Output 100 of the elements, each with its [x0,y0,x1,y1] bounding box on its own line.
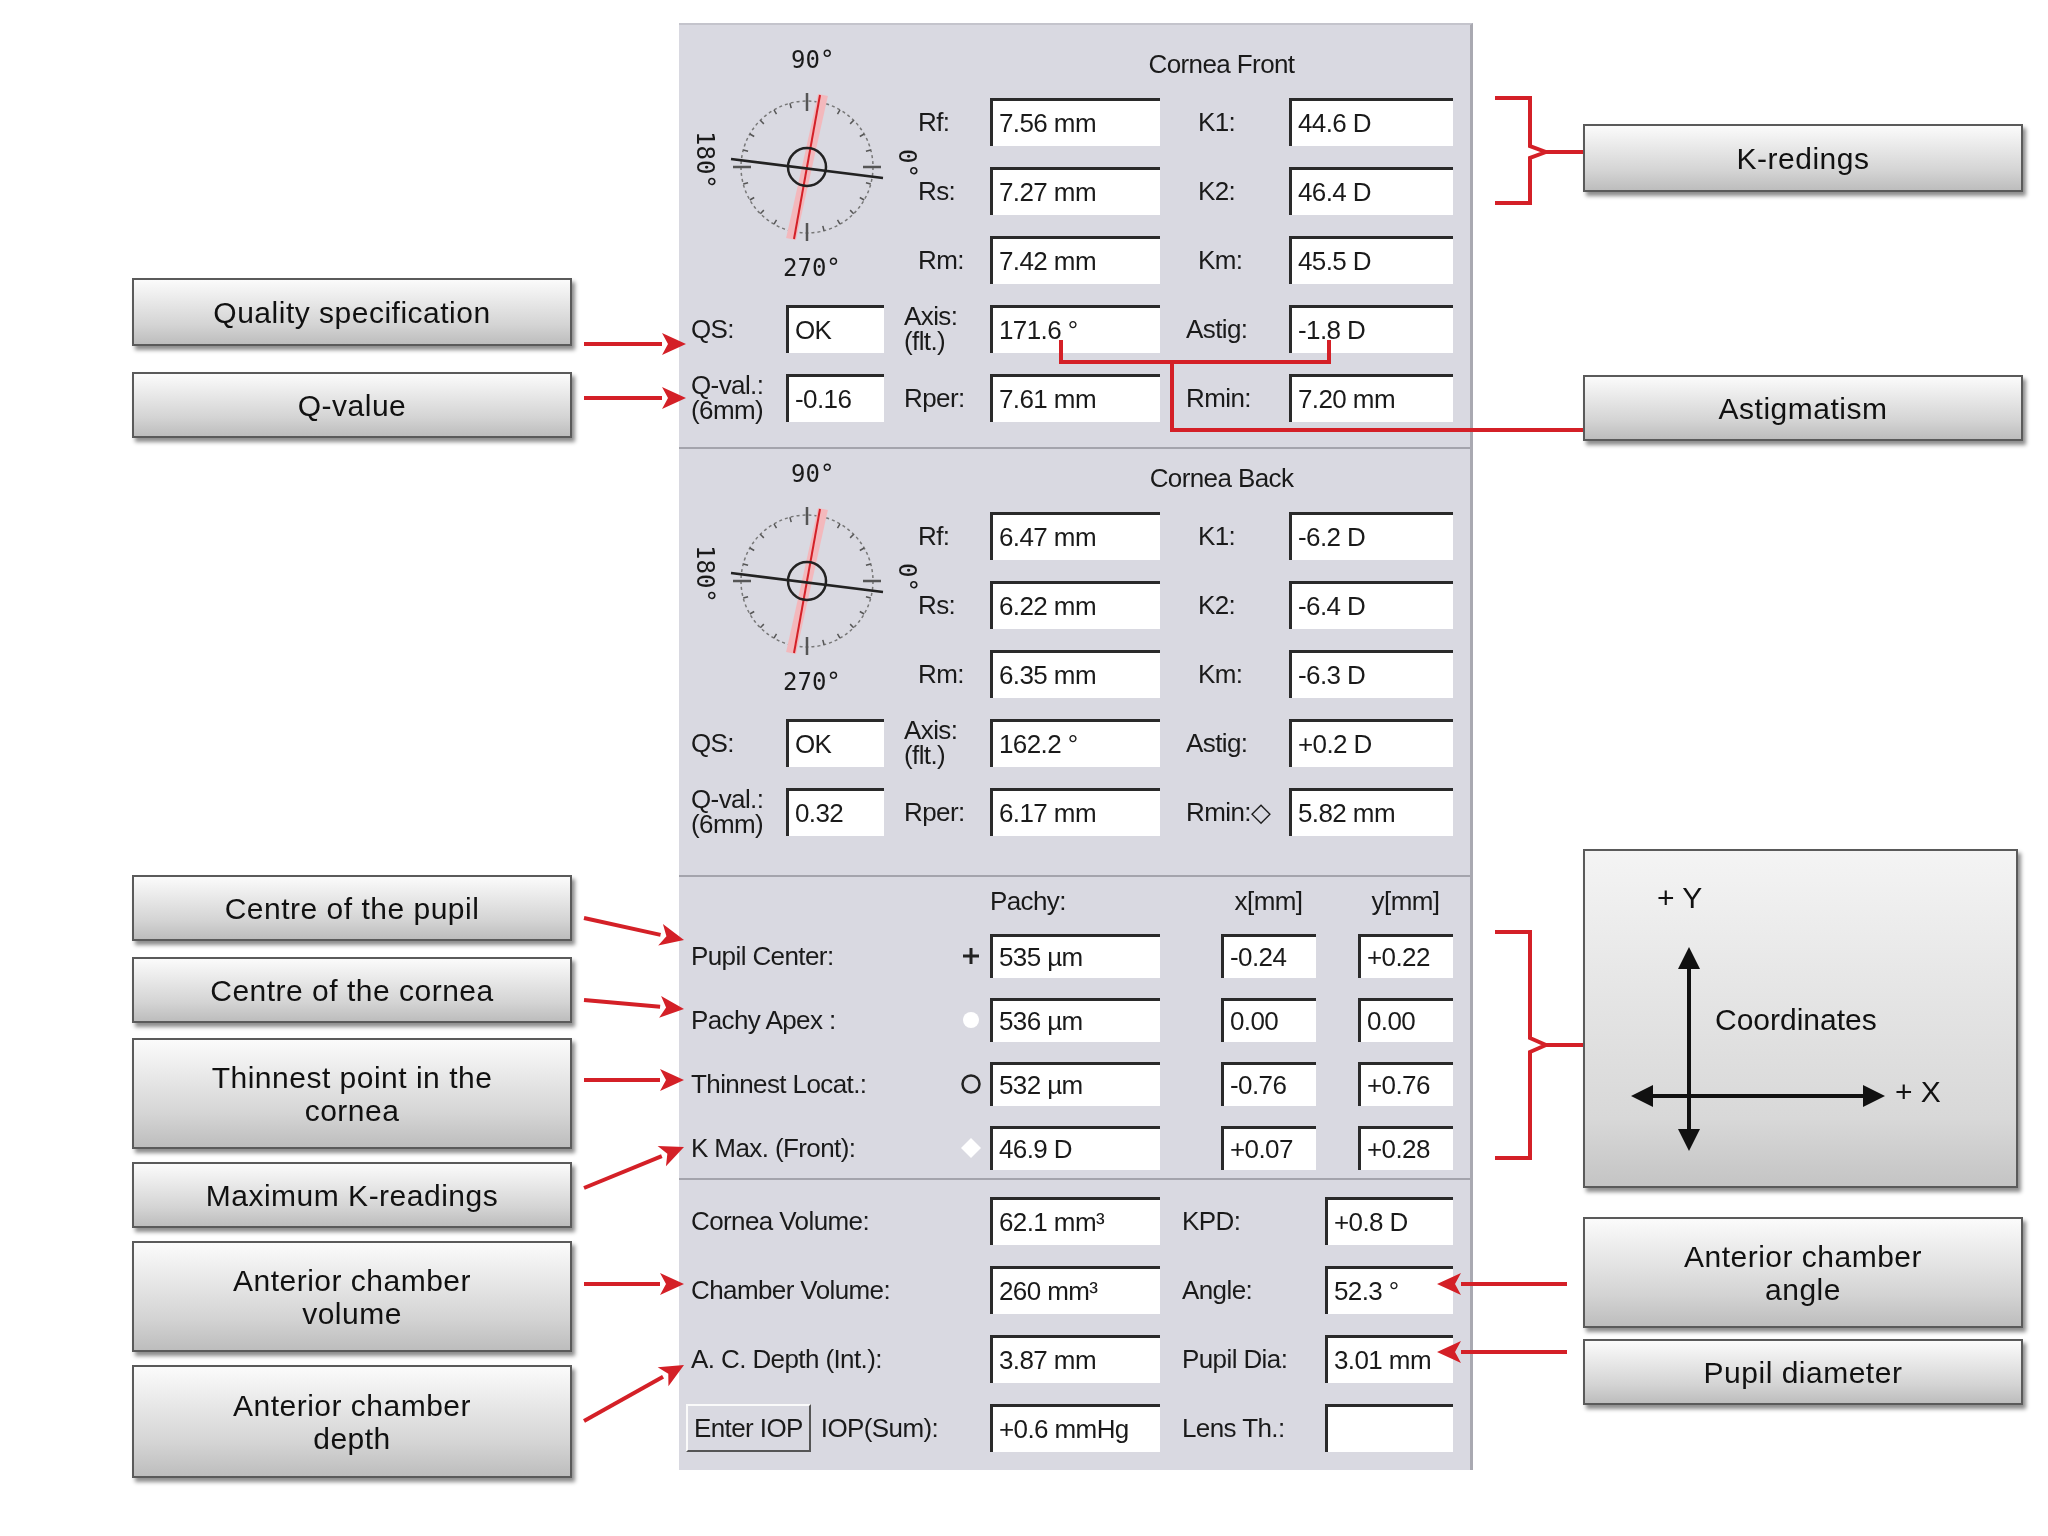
column-header: y[mm] [1371,888,1440,914]
value-field[interactable]: +0.2 D [1289,719,1453,767]
degree-label: 180° [690,545,721,603]
field-label: Astig: [1185,730,1248,756]
value-field[interactable]: -1.8 D [1289,305,1453,353]
value-field[interactable]: 7.56 mm [990,98,1160,146]
degree-label: 270° [783,667,841,698]
row-label: Pupil Center: [691,943,834,969]
value-field[interactable]: 3.01 mm [1325,1335,1453,1383]
value-field[interactable]: 7.27 mm [990,167,1160,215]
dot-icon [960,1010,981,1030]
field-label: Rm: [917,247,964,273]
field-label: K1: [1197,109,1236,135]
field-label: Km: [1197,247,1243,273]
callout-label: Q-value [132,372,572,438]
value-field[interactable]: -6.2 D [1289,512,1453,560]
field-label: Astig: [1185,316,1248,342]
value-field[interactable]: 46.4 D [1289,167,1453,215]
value-field[interactable]: 6.22 mm [990,581,1160,629]
degree-label: 180° [690,131,721,189]
field-label: K1: [1197,523,1236,549]
callout-label: K-redings [1583,124,2023,192]
field-label: KPD: [1181,1208,1241,1234]
field-label: Rper: [903,799,965,825]
field-label: Rper: [903,385,965,411]
value-field[interactable]: 44.6 D [1289,98,1453,146]
value-field[interactable]: 162.2 ° [990,719,1160,767]
value-field[interactable]: 6.17 mm [990,788,1160,836]
field-label: K2: [1197,178,1236,204]
value-field[interactable]: -0.76 [1221,1062,1316,1106]
column-header: Pachy: [990,888,1066,914]
field-label: Cornea Volume: [691,1208,870,1234]
callout-label: Thinnest point in the cornea [132,1038,572,1149]
value-field[interactable]: +0.28 [1358,1126,1453,1170]
value-field[interactable]: -0.16 [786,374,884,422]
value-field[interactable]: +0.76 [1358,1062,1453,1106]
field-label: Lens Th.: [1181,1415,1285,1441]
value-field[interactable]: OK [786,719,884,767]
value-field[interactable]: 7.20 mm [1289,374,1453,422]
value-field[interactable]: 532 µm [990,1062,1160,1106]
field-label: Axis: (flt.) [903,718,958,768]
callout-label: Anterior chamber volume [132,1241,572,1352]
circle-icon [959,1073,982,1095]
value-field[interactable]: 536 µm [990,998,1160,1042]
callout-label: Anterior chamber angle [1583,1217,2023,1328]
value-field[interactable]: 46.9 D [990,1126,1160,1170]
value-field[interactable]: +0.6 mmHg [990,1404,1160,1452]
field-label: Rmin:◇ [1185,799,1271,825]
value-field[interactable]: 0.32 [786,788,884,836]
field-label: Q-val.: (6mm) [691,373,764,423]
field-label: Km: [1197,661,1243,687]
value-field[interactable]: 3.87 mm [990,1335,1160,1383]
value-field[interactable]: 5.82 mm [1289,788,1453,836]
value-field[interactable]: +0.07 [1221,1126,1316,1170]
field-label: Rf: [917,523,950,549]
value-field[interactable]: 62.1 mm³ [990,1197,1160,1245]
enter-iop-button[interactable]: Enter IOP [686,1404,811,1452]
axis-label: + X [1895,1075,1941,1109]
value-field[interactable]: -0.24 [1221,934,1316,978]
value-field[interactable]: 6.35 mm [990,650,1160,698]
row-label: K Max. (Front): [691,1135,856,1161]
value-field[interactable]: +0.22 [1358,934,1453,978]
value-field[interactable]: -6.3 D [1289,650,1453,698]
degree-label: 0° [892,149,923,178]
callout-label: Quality specification [132,278,572,346]
section-title: Cornea Back [1149,462,1294,494]
value-field[interactable]: 535 µm [990,934,1160,978]
plus-icon [960,946,981,966]
row-label: Thinnest Locat.: [691,1071,867,1097]
value-field[interactable]: 0.00 [1358,998,1453,1042]
field-label: Axis: (flt.) [903,304,958,354]
section-title: Cornea Front [1148,48,1295,80]
callout-label: Astigmatism [1583,375,2023,441]
value-field[interactable]: 52.3 ° [1325,1266,1453,1314]
field-label: Q-val.: (6mm) [691,787,764,837]
value-field[interactable]: -6.4 D [1289,581,1453,629]
callout-label: Centre of the pupil [132,875,572,941]
degree-label: 0° [892,563,923,592]
field-label: Angle: [1181,1277,1253,1303]
coordinates-title: Coordinates [1715,1003,1877,1037]
value-field[interactable]: 171.6 ° [990,305,1160,353]
value-field[interactable] [1325,1404,1453,1452]
field-label: QS: [691,730,734,756]
degree-label: 270° [783,253,841,284]
value-field[interactable]: 7.61 mm [990,374,1160,422]
field-label: Chamber Volume: [691,1277,891,1303]
value-field[interactable]: 45.5 D [1289,236,1453,284]
value-field[interactable]: 6.47 mm [990,512,1160,560]
callout-label: Maximum K-readings [132,1162,572,1228]
value-field[interactable]: 0.00 [1221,998,1316,1042]
field-label: Rs: [917,178,956,204]
value-field[interactable]: 260 mm³ [990,1266,1160,1314]
value-field[interactable]: +0.8 D [1325,1197,1453,1245]
field-label: Rs: [917,592,956,618]
callout-label: Anterior chamber depth [132,1365,572,1478]
value-field[interactable]: 7.42 mm [990,236,1160,284]
value-field[interactable]: OK [786,305,884,353]
field-label: Rf: [917,109,950,135]
field-label: Rm: [917,661,964,687]
callout-label: Centre of the cornea [132,957,572,1023]
